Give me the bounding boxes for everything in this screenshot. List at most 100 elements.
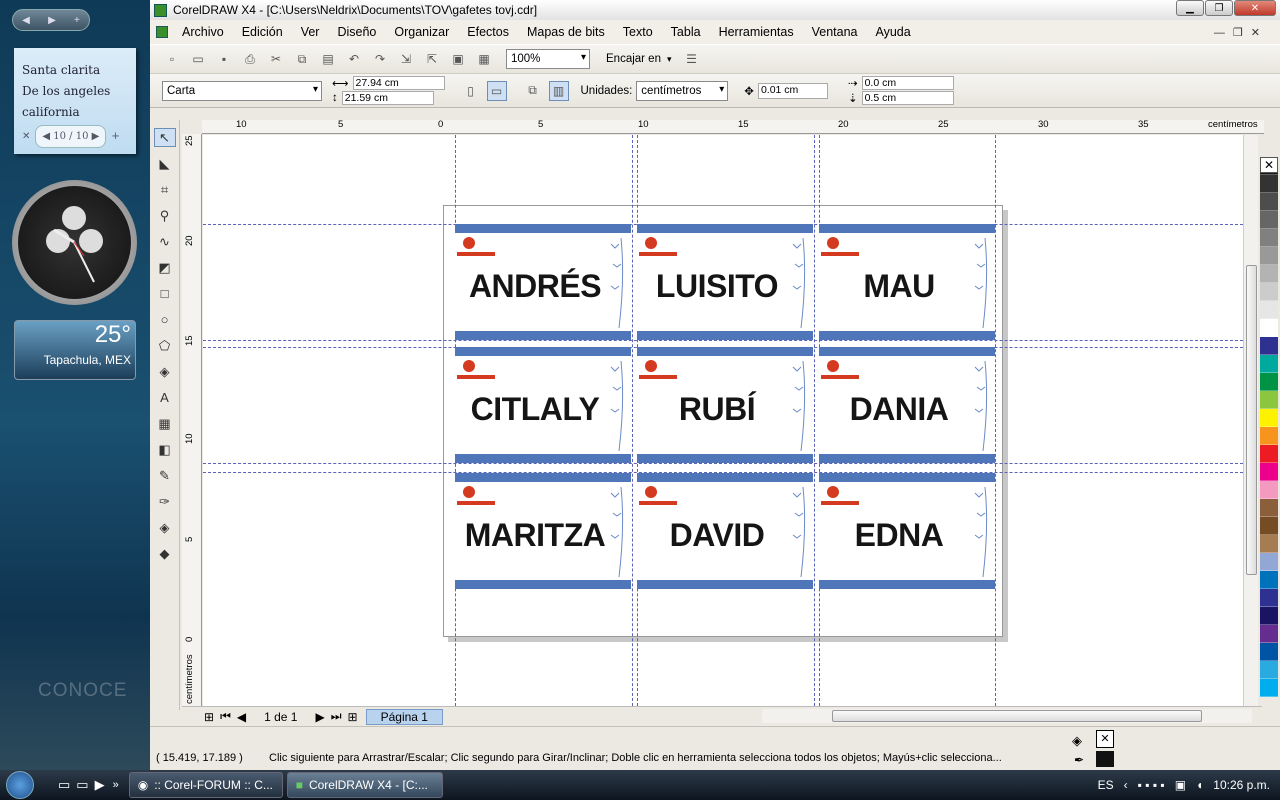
page-width-field[interactable]: 27.94 cm xyxy=(352,76,445,90)
title-bar[interactable]: CorelDRAW X4 - [C:\Users\Neldrix\Documen… xyxy=(150,0,1280,20)
start-button[interactable] xyxy=(0,770,40,800)
color-swatch[interactable] xyxy=(1260,661,1278,679)
interactive-blend-icon[interactable]: ◧ xyxy=(154,440,176,459)
color-swatch[interactable] xyxy=(1260,553,1278,571)
tray-expand-icon[interactable]: ‹ xyxy=(1124,778,1128,792)
vertical-ruler[interactable]: 25 20 15 10 5 0 centímetros xyxy=(182,134,202,706)
landscape-icon[interactable]: ▭ xyxy=(486,80,507,101)
badge-card[interactable]: MAU xyxy=(819,224,995,340)
paper-size-combo[interactable]: Carta xyxy=(162,80,322,101)
guideline[interactable] xyxy=(632,135,633,706)
freehand-tool-icon[interactable]: ∿ xyxy=(154,232,176,251)
color-swatch[interactable] xyxy=(1260,175,1278,193)
all-pages-icon[interactable]: ⧉ xyxy=(523,81,543,101)
color-swatch[interactable] xyxy=(1260,427,1278,445)
save-icon[interactable]: ▪ xyxy=(214,49,234,69)
color-swatch[interactable] xyxy=(1260,391,1278,409)
import-icon[interactable]: ⇲ xyxy=(396,49,416,69)
network-icon[interactable]: ▣ xyxy=(1175,778,1186,792)
close-button[interactable]: ✕ xyxy=(1234,0,1276,16)
color-swatch[interactable] xyxy=(1260,481,1278,499)
prev-page-icon[interactable]: ◀ xyxy=(237,710,246,724)
notes-gadget[interactable]: Santa clarita De los angeles california … xyxy=(14,48,136,154)
guideline[interactable] xyxy=(995,135,996,706)
fill-tool-icon[interactable]: ◈ xyxy=(154,518,176,537)
menu-herramientas[interactable]: Herramientas xyxy=(719,25,794,39)
tab-page-1[interactable]: Página 1 xyxy=(365,708,443,725)
horizontal-ruler[interactable]: 10 5 0 5 10 15 20 25 30 35 centímetros xyxy=(202,119,1264,134)
color-swatch[interactable] xyxy=(1260,679,1278,697)
zoom-combo[interactable]: 100% xyxy=(506,49,590,69)
color-swatch[interactable] xyxy=(1260,517,1278,535)
next-gadget-icon[interactable]: ▶ xyxy=(48,15,56,26)
color-swatch[interactable] xyxy=(1260,499,1278,517)
open-icon[interactable]: ▭ xyxy=(188,49,208,69)
color-swatch[interactable] xyxy=(1260,571,1278,589)
fill-color-icon[interactable]: ✕ xyxy=(1096,730,1114,748)
outline-tool-icon[interactable]: ✑ xyxy=(154,492,176,511)
quick-launch-more-icon[interactable]: » xyxy=(113,779,119,791)
badge-card[interactable]: RUBÍ xyxy=(637,347,813,463)
fill-indicator-icon[interactable]: ◈ xyxy=(1072,733,1082,749)
color-swatch[interactable] xyxy=(1260,463,1278,481)
color-swatch[interactable] xyxy=(1260,319,1278,337)
color-swatch[interactable] xyxy=(1260,265,1278,283)
color-swatch[interactable] xyxy=(1260,229,1278,247)
menu-tabla[interactable]: Tabla xyxy=(671,25,701,39)
color-swatch[interactable] xyxy=(1260,535,1278,553)
outline-indicator-icon[interactable]: ✒ xyxy=(1074,753,1084,767)
color-swatch[interactable] xyxy=(1260,247,1278,265)
badge-card[interactable]: CITLALY xyxy=(455,347,631,463)
color-swatch[interactable] xyxy=(1260,445,1278,463)
color-swatch[interactable] xyxy=(1260,607,1278,625)
basic-shapes-icon[interactable]: ◈ xyxy=(154,362,176,381)
portrait-icon[interactable]: ▯ xyxy=(461,81,481,101)
sidebar-nav[interactable]: ◀ ▶ + xyxy=(12,9,90,31)
guideline[interactable] xyxy=(203,340,1243,341)
menu-archivo[interactable]: Archivo xyxy=(182,25,224,39)
minimize-button[interactable]: ▁ xyxy=(1176,0,1204,16)
paste-icon[interactable]: ▤ xyxy=(318,49,338,69)
badge-card[interactable]: EDNA xyxy=(819,473,995,589)
redo-icon[interactable]: ↷ xyxy=(370,49,390,69)
nudge-field[interactable]: 0.01 cm xyxy=(757,82,828,99)
drawing-canvas[interactable]: ANDRÉS LUISITO MAU CITLALY RUBÍ DANIA MA… xyxy=(203,135,1243,706)
clock-time[interactable]: 10:26 p.m. xyxy=(1213,778,1270,792)
welcome-icon[interactable]: ▦ xyxy=(474,49,494,69)
current-page-icon[interactable]: ▥ xyxy=(548,80,569,101)
color-swatch[interactable] xyxy=(1260,355,1278,373)
add-page-icon[interactable]: ⊞ xyxy=(204,710,214,724)
outline-color-icon[interactable] xyxy=(1096,751,1114,767)
volume-icon[interactable]: ◖ xyxy=(1196,778,1203,792)
document-window-buttons[interactable]: —❐✕ xyxy=(1214,26,1268,39)
taskbar-item-firefox[interactable]: ◉:: Corel-FORUM :: C... xyxy=(128,772,283,798)
color-swatch[interactable] xyxy=(1260,337,1278,355)
color-swatch[interactable] xyxy=(1260,283,1278,301)
dup-y-field[interactable]: 0.5 cm xyxy=(861,91,954,105)
polygon-tool-icon[interactable]: ⬠ xyxy=(154,336,176,355)
delete-note-icon[interactable]: ✕ xyxy=(22,126,30,147)
color-swatch[interactable] xyxy=(1260,625,1278,643)
prev-gadget-icon[interactable]: ◀ xyxy=(22,15,30,26)
maximize-button[interactable]: ❐ xyxy=(1205,0,1233,16)
smart-fill-icon[interactable]: ◩ xyxy=(154,258,176,277)
ellipse-tool-icon[interactable]: ○ xyxy=(154,310,176,329)
add-gadget-icon[interactable]: + xyxy=(74,15,80,26)
cut-icon[interactable]: ✂ xyxy=(266,49,286,69)
text-tool-icon[interactable]: A xyxy=(154,388,176,407)
first-page-icon[interactable]: ⏮ xyxy=(220,709,231,724)
table-tool-icon[interactable]: ▦ xyxy=(154,414,176,433)
menu-efectos[interactable]: Efectos xyxy=(467,25,509,39)
badge-card[interactable]: DAVID xyxy=(637,473,813,589)
taskbar-item-coreldraw[interactable]: ■ CorelDRAW X4 - [C:... xyxy=(286,772,443,798)
menu-ventana[interactable]: Ventana xyxy=(812,25,858,39)
badge-card[interactable]: ANDRÉS xyxy=(455,224,631,340)
new-icon[interactable]: ▫ xyxy=(162,49,182,69)
units-combo[interactable]: centímetros xyxy=(636,80,729,101)
shape-tool-icon[interactable]: ◣ xyxy=(154,154,176,173)
last-page-icon[interactable]: ⏭ xyxy=(331,709,342,724)
export-icon[interactable]: ⇱ xyxy=(422,49,442,69)
zoom-tool-icon[interactable]: ⚲ xyxy=(154,206,176,225)
note-pager[interactable]: ◀ 10 / 10 ▶ xyxy=(35,125,107,148)
color-swatch[interactable] xyxy=(1260,373,1278,391)
